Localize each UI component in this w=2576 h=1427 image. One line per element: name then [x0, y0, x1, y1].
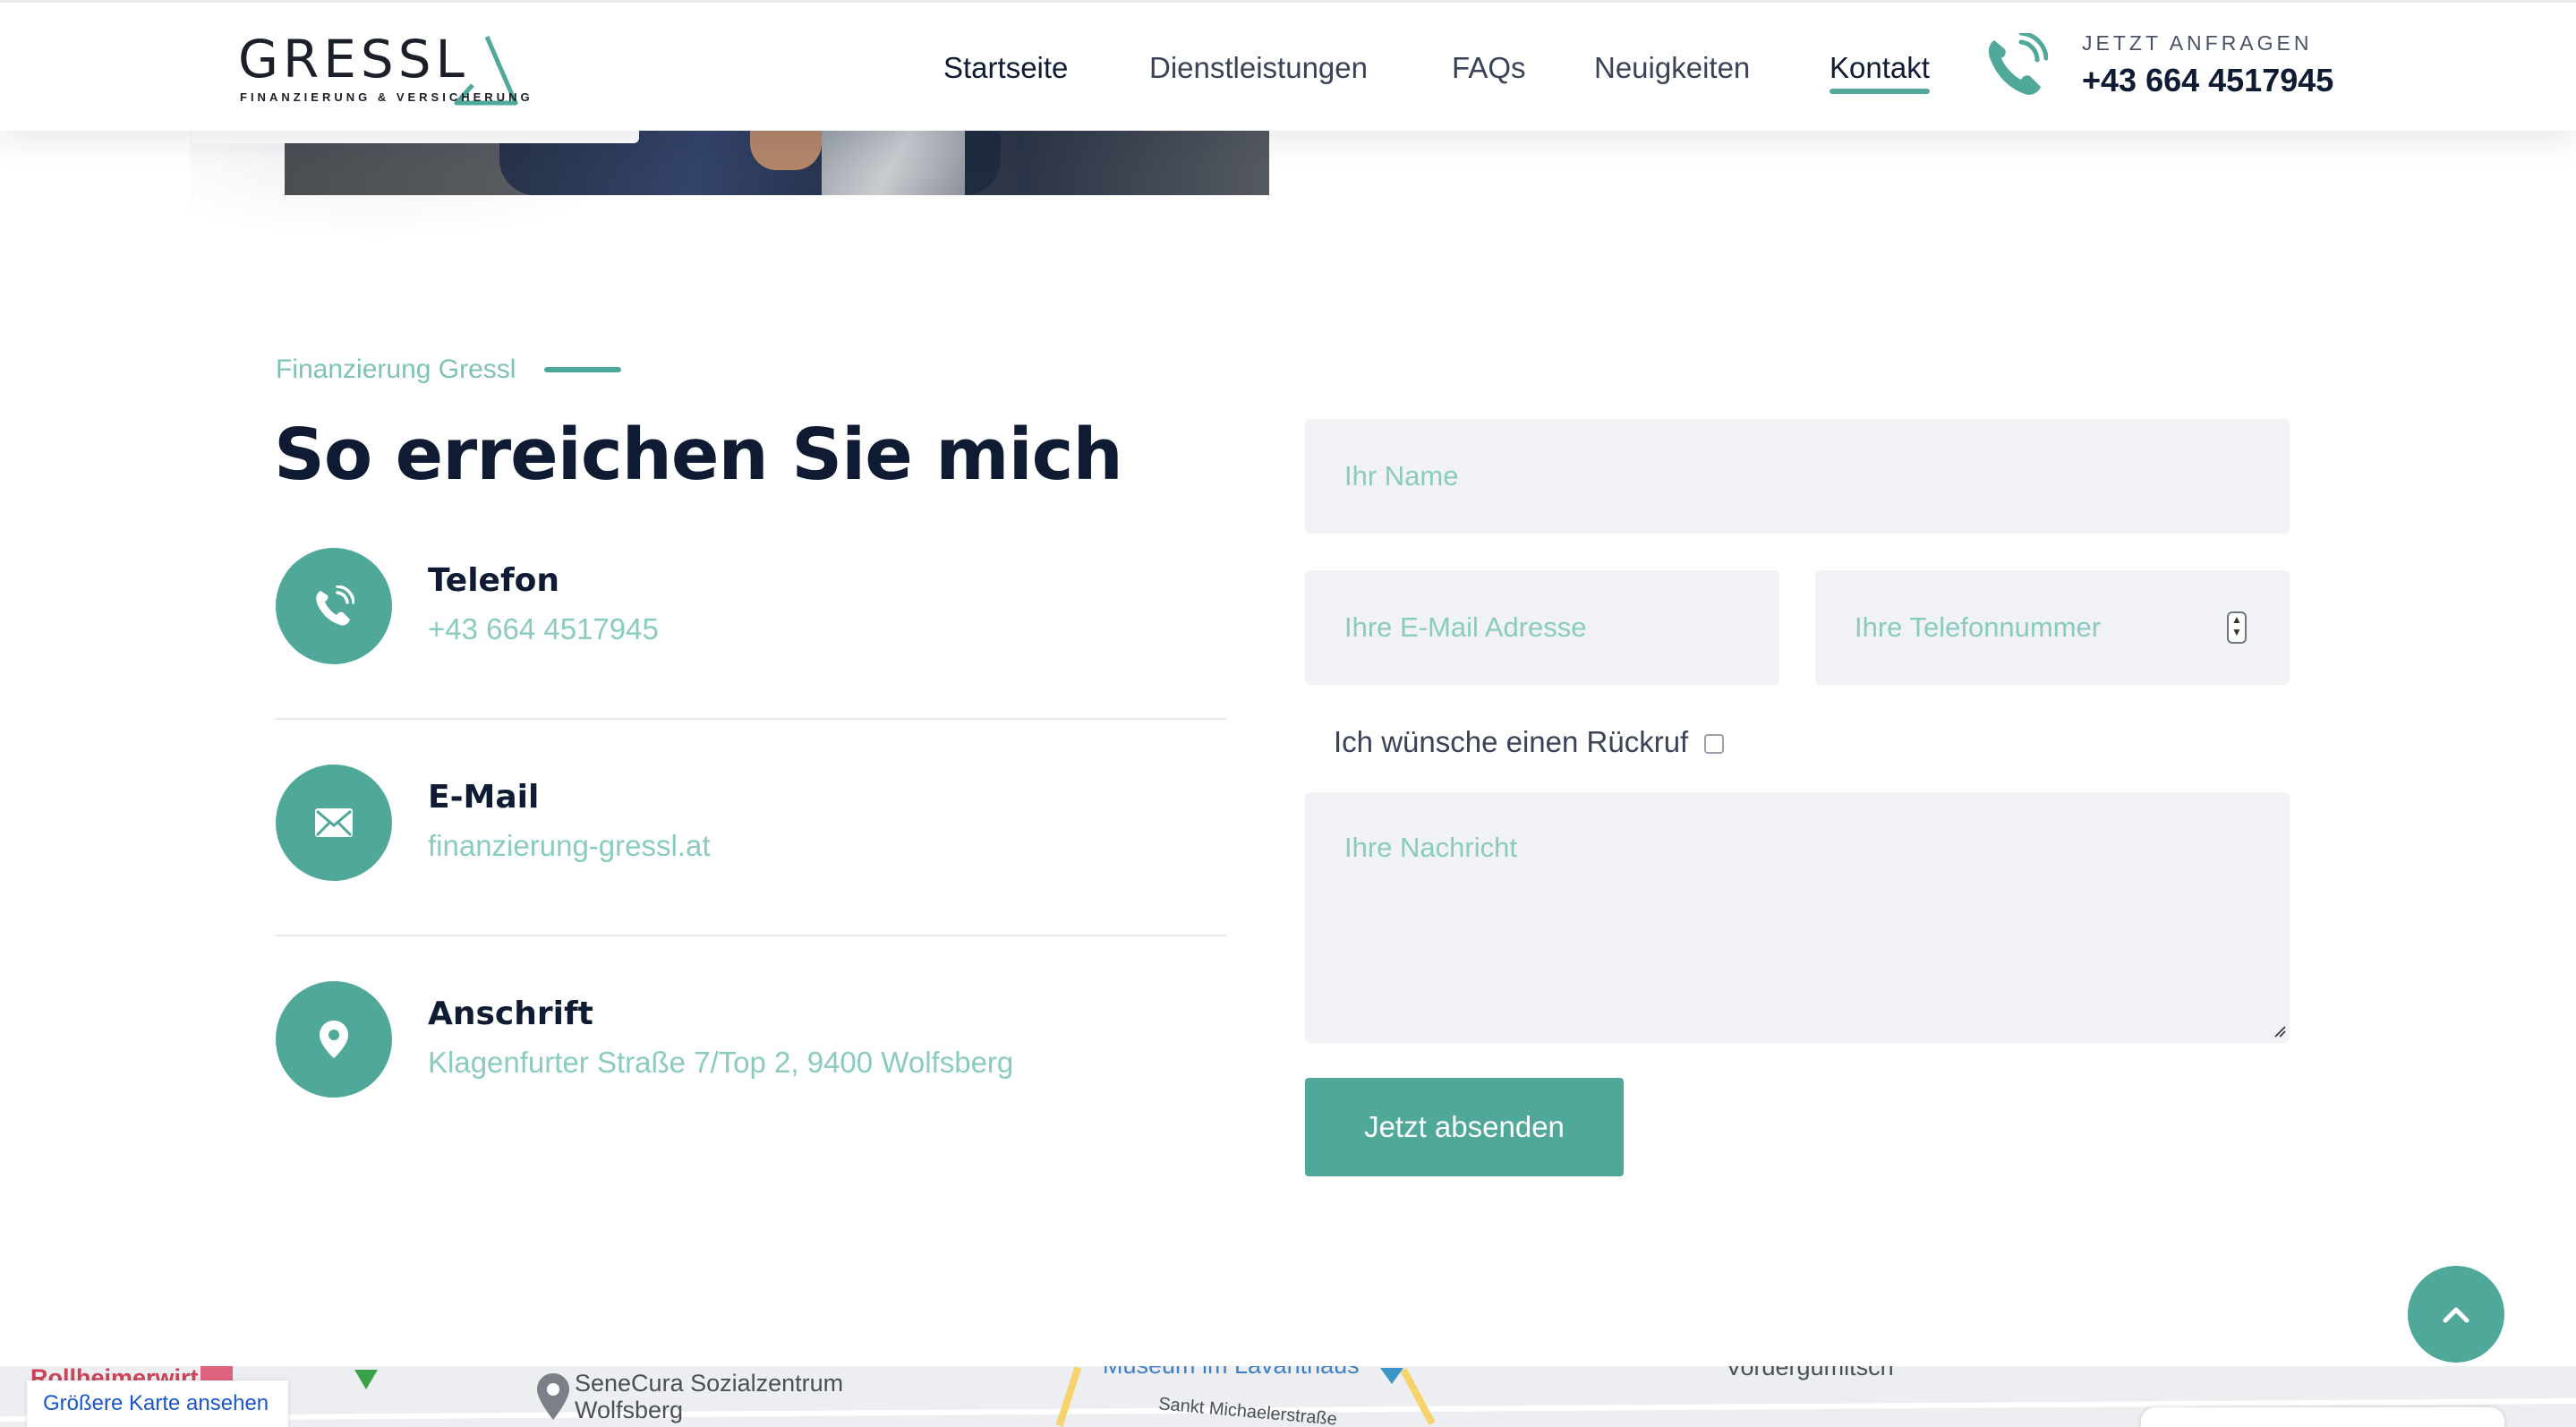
nav-item-dienstleistungen[interactable]: Dienstleistungen — [1149, 46, 1368, 90]
contact-address: Klagenfurter Straße 7/Top 2, 9400 Wolfsb… — [428, 1046, 1014, 1079]
message-textarea[interactable] — [1305, 792, 2290, 1043]
phone-input[interactable] — [1815, 570, 2290, 685]
map-pin-icon — [537, 1373, 569, 1420]
map-info-card — [2141, 1407, 2504, 1427]
site-header: GRESSL FINANZIERUNG & VERSICHERUNG Start… — [0, 0, 2576, 131]
hero-photo-detail — [822, 131, 965, 195]
name-input[interactable] — [1305, 419, 2290, 534]
hero-photo-detail — [750, 131, 822, 170]
larger-map-link[interactable]: Größere Karte ansehen — [27, 1380, 288, 1427]
callback-label: Ich wünsche einen Rückruf — [1334, 725, 1689, 758]
header-phone-icon[interactable] — [1985, 33, 2048, 98]
contact-item-anschrift: Anschrift Klagenfurter Straße 7/Top 2, 9… — [276, 981, 1224, 1098]
nav-item-startseite[interactable]: Startseite — [943, 46, 1068, 90]
header-cta-phone-number[interactable]: +43 664 4517945 — [2082, 62, 2333, 99]
section-title: So erreichen Sie mich — [274, 414, 1123, 496]
contact-item-telefon: Telefon +43 664 4517945 — [276, 548, 1224, 664]
email-input[interactable] — [1305, 570, 1779, 685]
logo-wordmark: GRESSL — [238, 29, 469, 90]
map-label-village: Vordergumitsch — [1726, 1366, 1894, 1380]
contact-label: E-Mail — [428, 779, 540, 816]
map-road — [1400, 1368, 1436, 1425]
map-label-senecura: SeneCura Sozialzentrum — [575, 1370, 844, 1397]
museum-marker-icon — [1380, 1368, 1403, 1384]
contact-label: Anschrift — [428, 995, 593, 1032]
divider — [276, 935, 1226, 936]
resize-grip-icon[interactable] — [2273, 1025, 2286, 1038]
contact-label: Telefon — [428, 562, 559, 599]
location-pin-icon — [320, 1021, 348, 1058]
contact-item-email: E-Mail finanzierung-gressl.at — [276, 765, 1224, 881]
eyebrow-line — [544, 367, 621, 372]
map-label-museum: Museum im Lavanthaus — [1103, 1366, 1360, 1379]
phone-icon — [316, 585, 354, 626]
map-label-wolfsberg: Wolfsberg — [575, 1397, 684, 1423]
phone-icon-badge — [276, 548, 392, 664]
contact-phone-link[interactable]: +43 664 4517945 — [428, 612, 659, 646]
callback-checkbox[interactable] — [1704, 734, 1724, 754]
nav-item-neuigkeiten[interactable]: Neuigkeiten — [1594, 46, 1750, 90]
divider — [276, 718, 1226, 720]
submit-button[interactable]: Jetzt absenden — [1305, 1078, 1624, 1176]
scroll-to-top-button[interactable] — [2408, 1266, 2504, 1363]
section-eyebrow: Finanzierung Gressl — [276, 355, 516, 384]
mail-icon-badge — [276, 765, 392, 881]
site-logo[interactable]: GRESSL FINANZIERUNG & VERSICHERUNG — [238, 29, 530, 107]
header-cta-label: JETZT ANFRAGEN — [2082, 31, 2313, 55]
contact-email-link[interactable]: finanzierung-gressl.at — [428, 829, 711, 863]
chevron-up-icon — [2443, 1307, 2469, 1323]
location-icon-badge — [276, 981, 392, 1098]
map-label-street: Sankt Michaelerstraße — [1157, 1394, 1338, 1427]
map-marker-green-icon — [354, 1370, 378, 1389]
logo-tagline: FINANZIERUNG & VERSICHERUNG — [240, 90, 533, 104]
phone-number-stepper[interactable]: ▲ ▼ — [2227, 611, 2247, 644]
nav-item-kontakt[interactable]: Kontakt — [1830, 46, 1930, 94]
mail-icon — [315, 808, 353, 837]
nav-item-faqs[interactable]: FAQs — [1452, 46, 1526, 90]
google-map[interactable]: Rollheimerwirt SeneCura Sozialzentrum Wo… — [0, 1366, 2576, 1427]
map-road — [1055, 1366, 1082, 1427]
